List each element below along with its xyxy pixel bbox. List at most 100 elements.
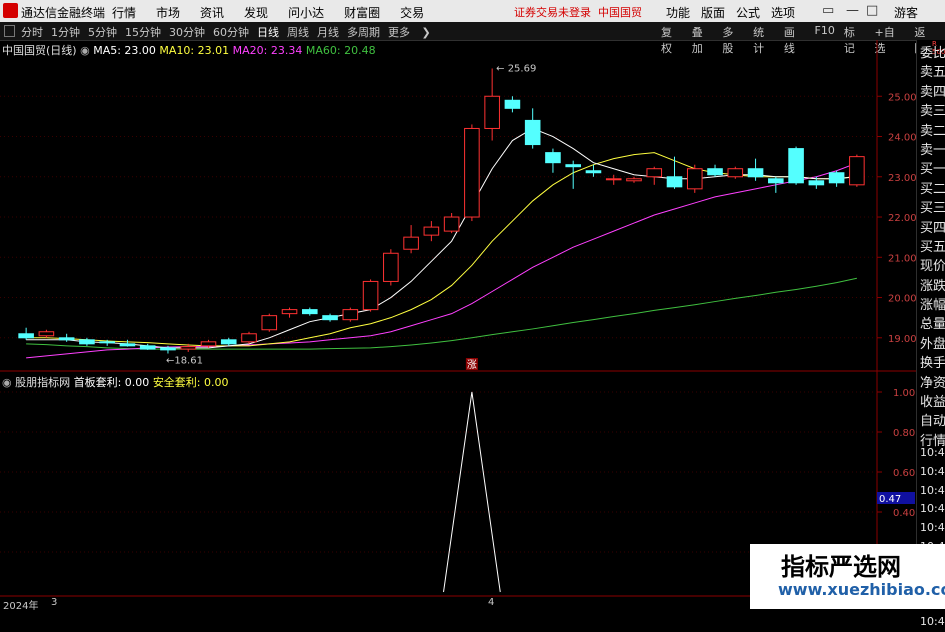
quote-field-6[interactable]: 买一 bbox=[920, 160, 945, 179]
restore-icon[interactable]: — bbox=[846, 3, 859, 18]
quote-field-8[interactable]: 买三 bbox=[920, 199, 945, 218]
quote-field-3[interactable]: 卖三 bbox=[920, 102, 945, 121]
candle-body-41 bbox=[849, 156, 865, 186]
candle-body-20 bbox=[423, 226, 440, 236]
tool-add-watchlist[interactable]: +自选 bbox=[875, 24, 906, 56]
candle-body-23 bbox=[484, 95, 500, 129]
tool-multi-stock[interactable]: 多股 bbox=[722, 24, 744, 56]
menu-item-news[interactable]: 资讯 bbox=[200, 4, 224, 21]
sub-ytick-label-1: 0.80 bbox=[893, 428, 915, 439]
tab-daily[interactable]: 日线 bbox=[257, 24, 279, 40]
quote-field-13[interactable]: 涨幅 bbox=[920, 296, 945, 315]
candle-body-30 bbox=[626, 178, 642, 182]
menu-item-formula[interactable]: 公式 bbox=[736, 4, 760, 21]
tab-more[interactable]: 更多 ❯ bbox=[388, 24, 431, 40]
tab-multi-period[interactable]: 多周期 bbox=[347, 24, 380, 40]
quote-field-18[interactable]: 收益 bbox=[920, 393, 945, 412]
quote-field-9[interactable]: 买四 bbox=[920, 219, 945, 238]
series2-label: 安全套利: 0.00 bbox=[152, 376, 229, 389]
tab-monthly[interactable]: 月线 bbox=[317, 24, 339, 40]
tick-time-9: 10:45 bbox=[920, 615, 945, 629]
quote-field-19[interactable]: 自动 bbox=[920, 412, 945, 431]
watermark-title: 指标严选网 bbox=[781, 553, 901, 581]
menu-item-function[interactable]: 功能 bbox=[666, 4, 690, 21]
tab-intraday[interactable]: 分时 bbox=[21, 24, 43, 40]
menu-item-quotes[interactable]: 行情 bbox=[112, 4, 136, 21]
candle-body-40 bbox=[828, 172, 845, 184]
quote-field-7[interactable]: 买二 bbox=[920, 180, 945, 199]
quote-field-5[interactable]: 卖一 bbox=[920, 141, 945, 160]
tool-draw[interactable]: 画线 bbox=[784, 24, 806, 56]
quote-field-10[interactable]: 买五 bbox=[920, 238, 945, 257]
candle-body-21 bbox=[443, 216, 460, 232]
candle-body-1 bbox=[38, 331, 55, 337]
candle-body-18 bbox=[383, 252, 399, 282]
candle-body-17 bbox=[362, 280, 379, 311]
tab-30min[interactable]: 30分钟 bbox=[169, 24, 205, 40]
tab-weekly[interactable]: 周线 bbox=[287, 24, 309, 40]
tool-f10[interactable]: F10 bbox=[815, 24, 835, 56]
limit-up-marker-bg bbox=[465, 358, 478, 370]
quote-field-15[interactable]: 外盘 bbox=[920, 335, 945, 354]
candle-body-19 bbox=[403, 236, 419, 250]
main-indicator-line: 中国国贸(日线) ◉ MA5: 23.00 MA10: 23.01 MA20: … bbox=[2, 42, 376, 58]
candle-body-2 bbox=[58, 337, 75, 341]
quote-side-panel: R 500 委比 卖五 卖四 卖三 卖二 卖一 买一 买二 买三 买四 买五 现价 涨跌 涨幅 总量 外盘 换手… bbox=[916, 40, 945, 628]
quote-field-12[interactable]: 涨跌 bbox=[920, 277, 945, 296]
candle-body-28 bbox=[585, 170, 602, 174]
quote-field-11[interactable]: 现价 bbox=[920, 257, 945, 276]
tool-adjust[interactable]: 复权 bbox=[661, 24, 683, 56]
quote-field-17[interactable]: 净资 bbox=[920, 374, 945, 393]
menu-item-options[interactable]: 选项 bbox=[771, 4, 795, 21]
main-ytick-label-6: 19.00 bbox=[888, 334, 917, 345]
current-value-box bbox=[877, 492, 915, 504]
tab-1min[interactable]: 1分钟 bbox=[51, 24, 80, 40]
main-menu: 行情 市场 资讯 发现 问小达 财富圈 交易 bbox=[112, 4, 444, 21]
tool-stats[interactable]: 统计 bbox=[753, 24, 775, 56]
main-ytick-label-3: 22.00 bbox=[888, 213, 917, 224]
quote-field-0[interactable]: 委比 bbox=[920, 44, 945, 63]
menu-item-layout[interactable]: 版面 bbox=[701, 4, 725, 21]
menu-item-market[interactable]: 市场 bbox=[156, 4, 180, 21]
minimize-icon[interactable]: ▭ bbox=[822, 3, 834, 18]
menu-item-discover[interactable]: 发现 bbox=[244, 4, 268, 21]
date-axis-year: 2024年 bbox=[3, 601, 39, 612]
quote-field-14[interactable]: 总量 bbox=[920, 315, 945, 334]
guest-label[interactable]: 游客 bbox=[894, 4, 918, 21]
sub-indicator-line: ◉ 股朋指标网 首板套利: 0.00 安全套利: 0.00 bbox=[2, 374, 229, 390]
menu-item-wealth[interactable]: 财富圈 bbox=[344, 4, 380, 21]
tool-mark[interactable]: 标记 bbox=[844, 24, 866, 56]
candle-body-38 bbox=[788, 148, 804, 184]
low-price-label: ←18.61 bbox=[166, 355, 203, 366]
main-ytick-label-2: 23.00 bbox=[888, 173, 917, 184]
sub-settings-icon[interactable]: ◉ bbox=[2, 376, 12, 389]
menu-item-trade[interactable]: 交易 bbox=[400, 4, 424, 21]
main-chart-grid bbox=[0, 40, 916, 597]
candlestick-series bbox=[18, 68, 865, 354]
candle-body-11 bbox=[241, 333, 257, 343]
ma60-line bbox=[26, 277, 857, 350]
right-menu: 功能 版面 公式 选项 bbox=[666, 4, 806, 21]
quote-field-4[interactable]: 卖二 bbox=[920, 122, 945, 141]
ma60-label: MA60: 20.48 bbox=[305, 44, 376, 57]
main-y-axis: 25.00 24.00 23.00 22.00 21.00 20.00 19.00 bbox=[877, 92, 917, 345]
tab-60min[interactable]: 60分钟 bbox=[213, 24, 249, 40]
candle-body-34 bbox=[707, 168, 723, 176]
quote-field-2[interactable]: 卖四 bbox=[920, 83, 945, 102]
tick-time-2: 10:45 bbox=[920, 483, 945, 497]
tick-time-1: 10:44 bbox=[920, 464, 945, 478]
tab-15min[interactable]: 15分钟 bbox=[125, 24, 161, 40]
series1-label: 首板套利: 0.00 bbox=[73, 376, 150, 389]
quote-field-16[interactable]: 换手 bbox=[920, 354, 945, 373]
login-warning[interactable]: 证券交易未登录 中国国贸 bbox=[514, 4, 642, 20]
tab-5min[interactable]: 5分钟 bbox=[88, 24, 117, 40]
menu-item-ask[interactable]: 问小达 bbox=[288, 4, 324, 21]
candle-body-7 bbox=[160, 347, 176, 351]
quote-field-1[interactable]: 卖五 bbox=[920, 63, 945, 82]
chart-settings-icon[interactable]: ◉ bbox=[80, 44, 90, 57]
maximize-icon[interactable]: □ bbox=[866, 3, 878, 18]
candle-body-39 bbox=[808, 180, 825, 186]
panel-toggle-icon[interactable] bbox=[4, 25, 15, 37]
candle-body-24 bbox=[504, 99, 521, 109]
tool-overlay[interactable]: 叠加 bbox=[692, 24, 714, 56]
